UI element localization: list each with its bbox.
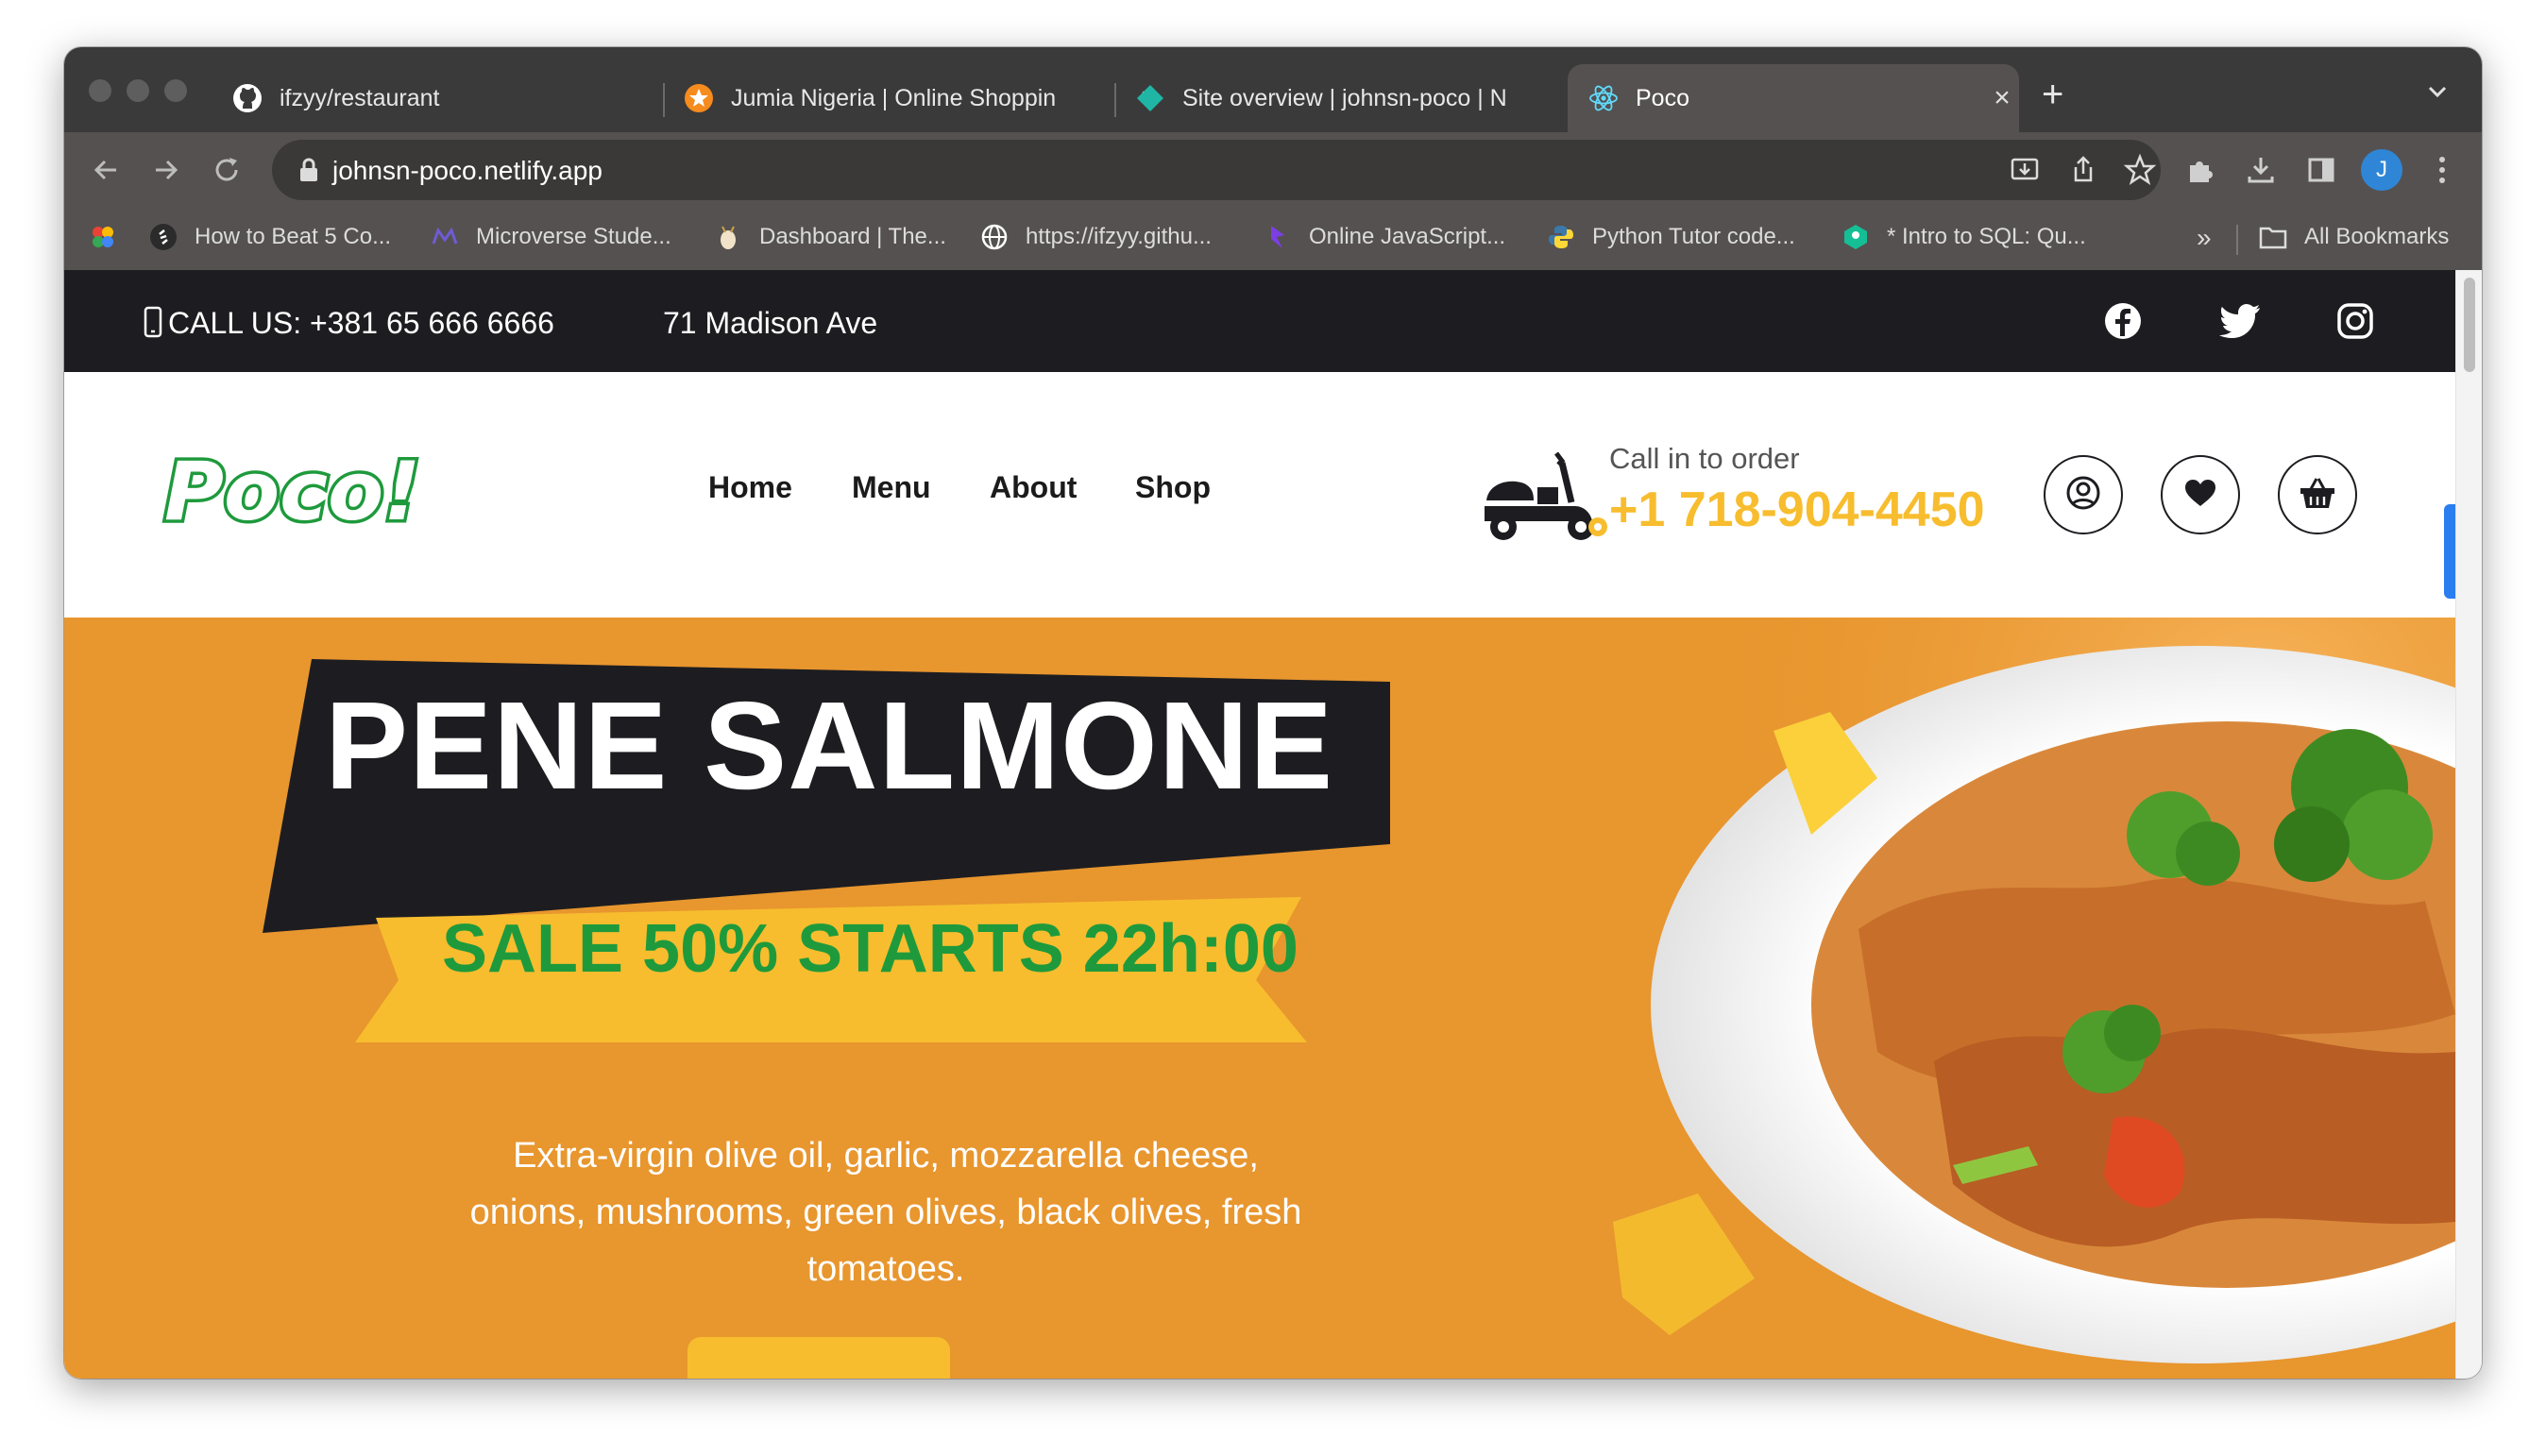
back-button[interactable] [87, 151, 125, 189]
bookmark-label: Dashboard | The... [759, 224, 946, 249]
share-icon[interactable] [2066, 153, 2100, 192]
bookmark-item[interactable]: Microverse Stude... [431, 223, 671, 251]
bookmark-item[interactable]: Python Tutor code... [1547, 223, 1795, 251]
menu-kebab-icon[interactable] [2421, 149, 2463, 191]
dashboard-icon [714, 223, 742, 251]
bookmark-label: How to Beat 5 Co... [195, 224, 392, 249]
logo-text: Poco! [164, 445, 420, 534]
close-window-button[interactable] [89, 79, 111, 102]
folder-icon [2259, 223, 2287, 251]
bookmarks-bar: How to Beat 5 Co... Microverse Stude... … [64, 208, 2482, 270]
tab-divider [1114, 83, 1116, 117]
hero-description: Extra-virgin olive oil, garlic, mozzarel… [469, 1136, 1302, 1289]
url-text[interactable]: johnsn-poco.netlify.app [332, 156, 603, 186]
microverse-icon [431, 223, 459, 251]
heart-icon [2183, 478, 2217, 513]
tab-divider [663, 83, 665, 117]
site-logo[interactable]: Poco! [157, 442, 450, 543]
cart-button[interactable] [2278, 455, 2357, 534]
tab-title: Site overview | johnsn-poco | N [1182, 84, 1507, 111]
bookmark-label: Microverse Stude... [476, 224, 671, 249]
bookmark-item[interactable]: * Intro to SQL: Qu... [1842, 223, 2086, 251]
bookmark-item[interactable]: https://ifzyy.githu... [980, 223, 1212, 251]
user-icon [2065, 475, 2101, 516]
phone-icon [144, 306, 162, 343]
new-tab-button[interactable]: + [2042, 76, 2063, 113]
hero-banner: PENE SALMONE SALE 50% STARTS 22h:00 Extr… [64, 618, 2455, 1379]
jumia-icon [684, 83, 714, 113]
bookmark-star-icon[interactable] [2123, 153, 2157, 192]
facebook-icon[interactable] [2104, 302, 2142, 345]
minimize-window-button[interactable] [127, 79, 149, 102]
profile-avatar[interactable]: J [2361, 149, 2402, 191]
browser-toolbar: johnsn-poco.netlify.app J [64, 132, 2482, 208]
bookmark-item[interactable]: Online JavaScript... [1264, 223, 1505, 251]
page-viewport: CALL US: +381 65 666 6666 71 Madison Ave… [64, 270, 2455, 1379]
topbar-call: CALL US: +381 65 666 6666 [168, 306, 554, 340]
page-scrollbar[interactable] [2455, 270, 2482, 1379]
reload-button[interactable] [208, 151, 246, 189]
basket-icon [2299, 476, 2336, 515]
bookmark-label: https://ifzyy.githu... [1026, 224, 1212, 249]
bookmark-label: All Bookmarks [2304, 224, 2450, 249]
hero-sale-text: SALE 50% STARTS 22h:00 [442, 911, 1298, 987]
side-panel-icon[interactable] [2300, 149, 2342, 191]
bookmark-label: * Intro to SQL: Qu... [1887, 224, 2086, 249]
nav-about[interactable]: About [990, 470, 1077, 505]
react-icon [1588, 83, 1619, 113]
tab-search-icon[interactable] [2425, 79, 2450, 109]
tab-netlify[interactable]: Site overview | johnsn-poco | N × [1135, 64, 1617, 132]
order-phone-number[interactable]: +1 718-904-4450 [1609, 482, 1985, 538]
site-topbar: CALL US: +381 65 666 6666 71 Madison Ave [64, 270, 2455, 372]
hero-order-button[interactable] [687, 1337, 950, 1379]
netlify-icon [1135, 83, 1165, 113]
tab-jumia[interactable]: Jumia Nigeria | Online Shoppin × [684, 64, 1165, 132]
bookmark-item[interactable]: How to Beat 5 Co... [149, 223, 391, 251]
bookmark-divider [2236, 225, 2238, 255]
bookmark-icon [149, 223, 178, 251]
scooter-icon [1481, 444, 1607, 554]
python-icon [1547, 223, 1575, 251]
nav-shop[interactable]: Shop [1135, 470, 1211, 505]
account-button[interactable] [2044, 455, 2123, 534]
tab-poco[interactable]: Poco × [1568, 64, 2019, 132]
extensions-icon[interactable] [2180, 149, 2221, 191]
downloads-icon[interactable] [2240, 149, 2282, 191]
hero-title: PENE SALMONE [325, 676, 1334, 815]
github-icon [232, 83, 263, 113]
bookmark-label: Online JavaScript... [1309, 224, 1506, 249]
apps-icon[interactable] [89, 223, 117, 251]
tab-title: Jumia Nigeria | Online Shoppin [731, 84, 1057, 111]
bookmark-item[interactable]: Dashboard | The... [714, 223, 946, 251]
bookmark-label: Python Tutor code... [1592, 224, 1795, 249]
site-header: Poco! Home Menu About Shop Call in to or… [64, 372, 2455, 618]
browser-window: ifzyy/restaurant × Jumia Nigeria | Onlin… [64, 47, 2482, 1379]
wishlist-button[interactable] [2161, 455, 2240, 534]
forward-button[interactable] [147, 151, 185, 189]
instagram-icon[interactable] [2336, 302, 2374, 345]
khan-icon [1842, 223, 1870, 251]
nav-menu[interactable]: Menu [852, 470, 931, 505]
install-app-icon[interactable] [2008, 153, 2042, 192]
tab-close-icon[interactable]: × [1985, 82, 2019, 114]
lock-icon [298, 157, 319, 188]
scrollbar-thumb[interactable] [2464, 278, 2475, 372]
side-panel-handle[interactable] [2444, 504, 2455, 599]
code-icon [1264, 223, 1292, 251]
tab-strip: ifzyy/restaurant × Jumia Nigeria | Onlin… [64, 47, 2482, 132]
tab-github[interactable]: ifzyy/restaurant × [232, 64, 714, 132]
all-bookmarks-button[interactable]: All Bookmarks [2259, 223, 2449, 251]
call-in-label: Call in to order [1609, 442, 1800, 475]
twitter-icon[interactable] [2219, 304, 2261, 343]
topbar-address: 71 Madison Ave [663, 306, 878, 340]
globe-icon [980, 223, 1009, 251]
tab-title: ifzyy/restaurant [280, 84, 440, 111]
zoom-window-button[interactable] [164, 79, 187, 102]
more-bookmarks-button[interactable]: » [2197, 223, 2212, 253]
nav-home[interactable]: Home [708, 470, 792, 505]
tab-title: Poco [1636, 84, 1689, 111]
